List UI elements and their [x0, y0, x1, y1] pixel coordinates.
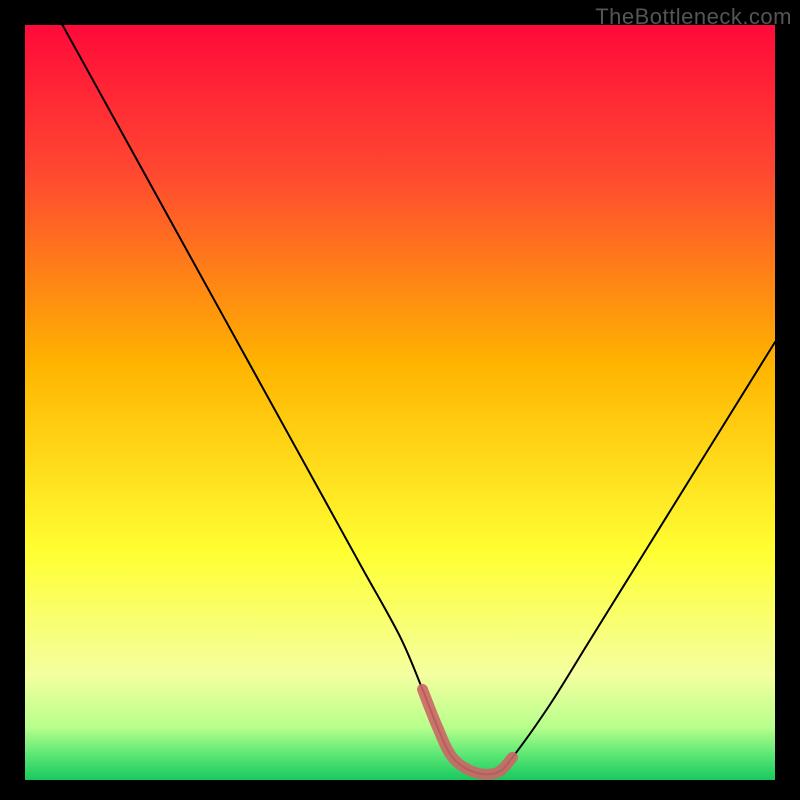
watermark-text: TheBottleneck.com [595, 4, 792, 30]
chart-background [25, 25, 775, 780]
chart-frame: TheBottleneck.com [0, 0, 800, 800]
bottleneck-chart [25, 25, 775, 780]
